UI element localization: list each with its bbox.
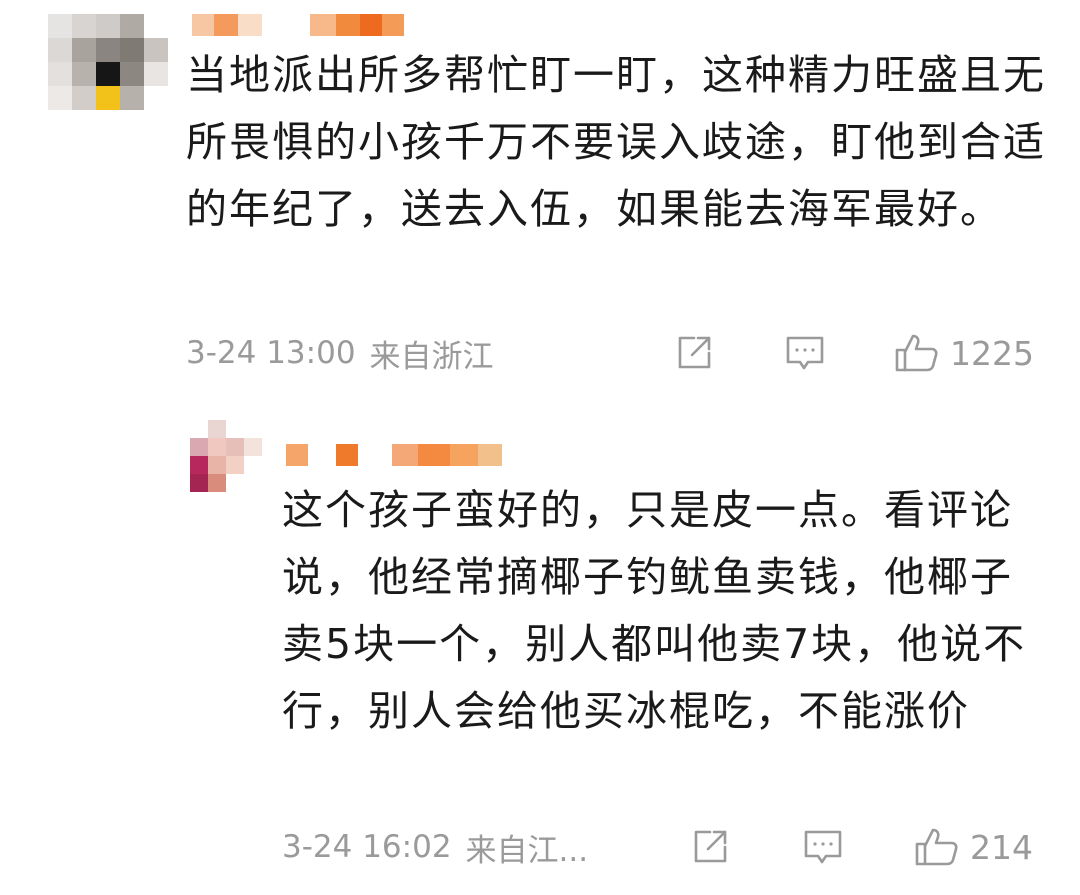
avatar-mosaic-cell [96,62,120,86]
avatar-mosaic-cell [144,38,168,62]
avatar-mosaic-cell [144,14,168,38]
avatar-mosaic-cell [208,420,226,438]
avatar-mosaic-cell [226,420,244,438]
share-button[interactable] [690,825,730,869]
username-redacted[interactable] [192,14,404,36]
username-mosaic-block [358,444,392,466]
avatar-mosaic-cell [244,474,262,492]
avatar-mosaic-cell [190,438,208,456]
avatar-mosaic-cell [120,62,144,86]
share-icon [678,336,711,369]
location: 来自江... [465,832,589,869]
username-mosaic-block [336,14,360,36]
avatar[interactable] [190,420,262,492]
reply-button[interactable] [784,331,826,375]
location: 来自浙江 [369,338,494,375]
avatar-mosaic-cell [208,474,226,492]
comment-meta: 3-24 13:00 来自浙江 1225 [186,331,1046,375]
thumbs-up-icon [895,334,938,372]
avatar-mosaic-cell [244,420,262,438]
avatar-mosaic-cell [244,438,262,456]
username-mosaic-block [308,444,336,466]
username-mosaic-block [192,14,214,36]
username-mosaic-block [478,444,502,466]
avatar-mosaic-cell [226,438,244,456]
reply-text: 这个孩子蛮好的，只是皮一点。看评论说，他经常摘椰子钓鱿鱼卖钱，他椰子卖5块一个，… [282,486,1027,735]
username-redacted[interactable] [286,444,502,466]
like-button[interactable]: 214 [914,825,1033,869]
reply-meta: 3-24 16:02 来自江... 214 [282,825,1046,869]
avatar-mosaic-cell [48,86,72,110]
like-count: 214 [970,827,1033,867]
avatar-mosaic-cell [48,62,72,86]
avatar-mosaic-cell [226,456,244,474]
timestamp: 3-24 16:02 [282,829,452,865]
timestamp: 3-24 13:00 [186,335,356,371]
username-mosaic-block [238,14,262,36]
comment-icon [786,336,824,370]
avatar-mosaic-cell [244,456,262,474]
username-mosaic-block [310,14,336,36]
avatar-mosaic-cell [208,456,226,474]
like-button[interactable]: 1225 [894,331,1034,375]
avatar-mosaic-cell [96,14,120,38]
avatar-mosaic-cell [96,86,120,110]
username-mosaic-block [418,444,450,466]
avatar-mosaic-cell [72,62,96,86]
avatar-mosaic-cell [190,420,208,438]
comment-text: 当地派出所多帮忙盯一盯，这种精力旺盛且无所畏惧的小孩千万不要误入歧途，盯他到合适… [186,51,1046,233]
avatar-mosaic-cell [226,474,244,492]
avatar-mosaic-cell [120,14,144,38]
avatar[interactable] [48,14,168,110]
thumbs-up-icon [915,828,958,866]
avatar-mosaic-cell [48,14,72,38]
username-mosaic-block [450,444,478,466]
avatar-mosaic-cell [120,38,144,62]
reply-button[interactable] [802,825,844,869]
avatar-mosaic-cell [190,456,208,474]
avatar-mosaic-cell [96,38,120,62]
avatar-mosaic-cell [208,438,226,456]
username-mosaic-block [336,444,358,466]
avatar-mosaic-cell [72,86,96,110]
username-mosaic-block [360,14,382,36]
username-mosaic-block [214,14,238,36]
avatar-mosaic-cell [48,38,72,62]
like-count: 1225 [950,333,1034,373]
username-mosaic-block [392,444,418,466]
avatar-mosaic-cell [144,62,168,86]
username-mosaic-block [262,14,310,36]
avatar-mosaic-cell [144,86,168,110]
username-mosaic-block [286,444,308,466]
comment-icon [804,830,842,864]
avatar-mosaic-cell [190,474,208,492]
avatar-mosaic-cell [72,38,96,62]
username-mosaic-block [382,14,404,36]
avatar-mosaic-cell [72,14,96,38]
avatar-mosaic-cell [120,86,144,110]
share-icon [694,830,727,863]
share-button[interactable] [674,331,714,375]
